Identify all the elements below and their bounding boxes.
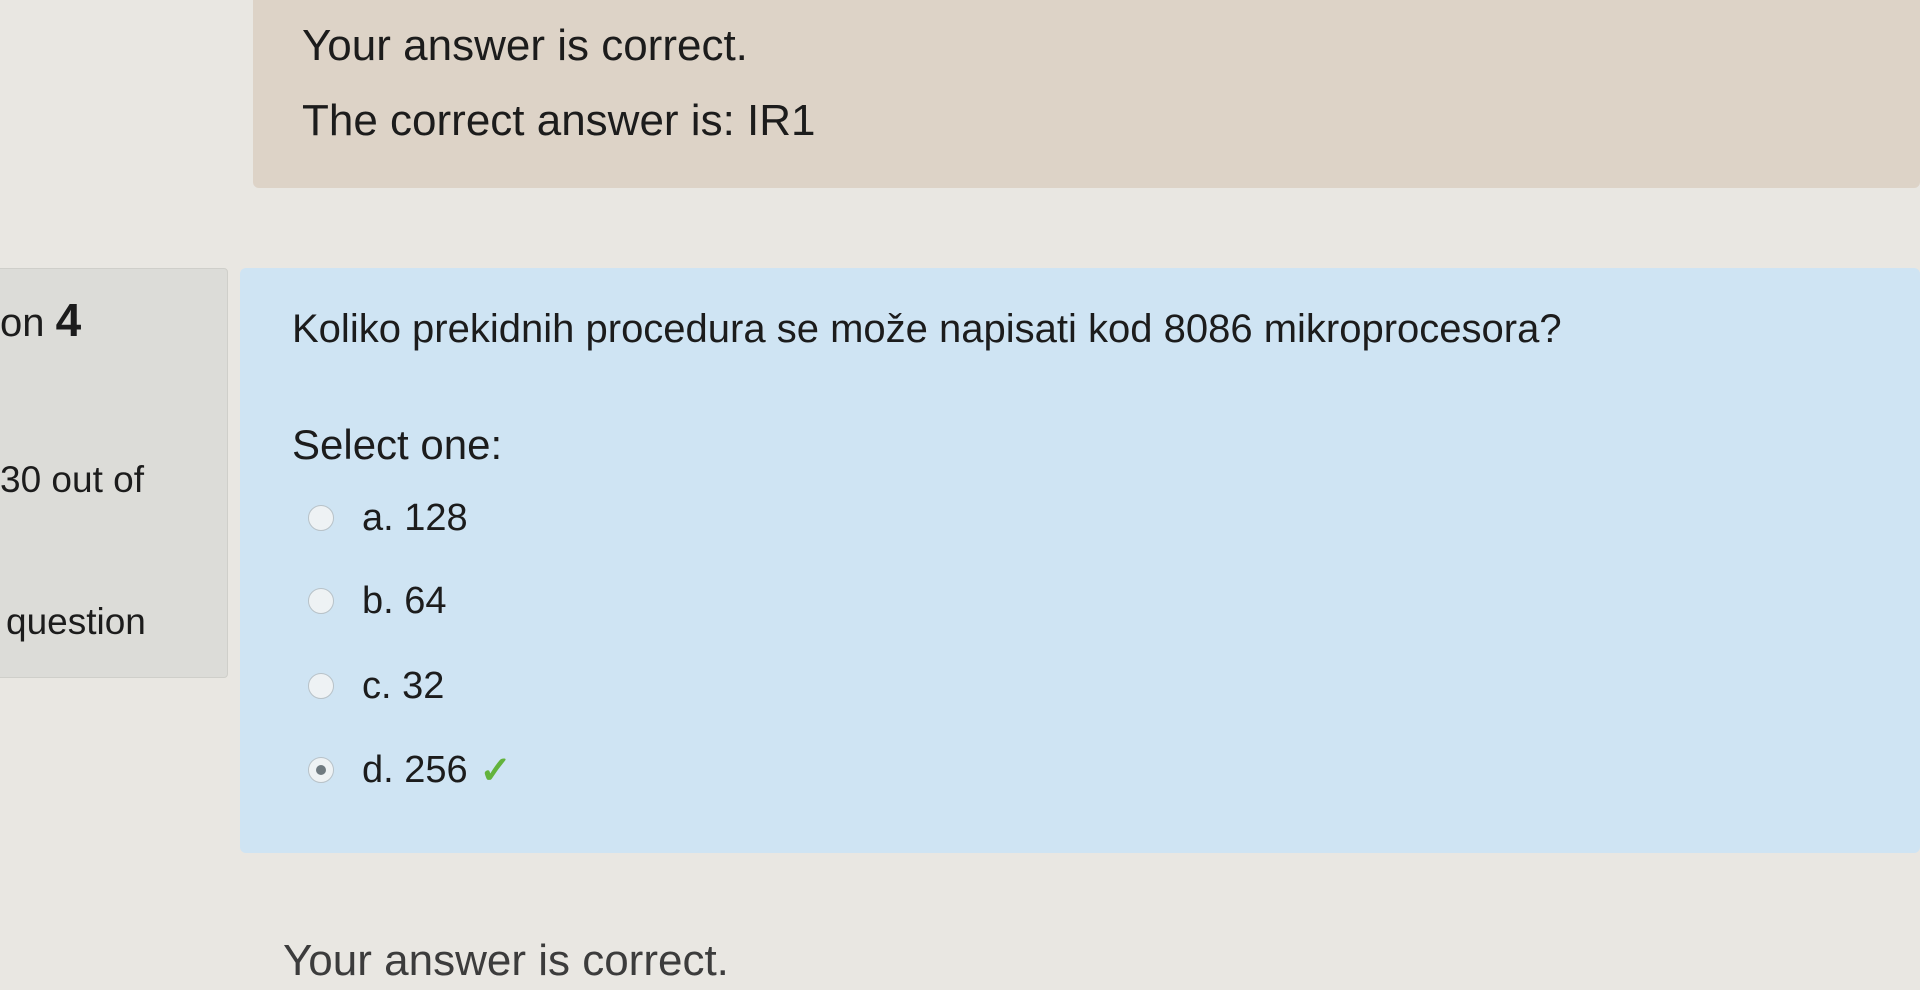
option-d-label: d. 256 [362, 748, 468, 791]
radio-option-d[interactable] [308, 757, 334, 783]
question-text: Koliko prekidnih procedura se može napis… [292, 307, 1562, 351]
answer-option-c[interactable]: c. 32 [308, 663, 444, 709]
option-c-label: c. 32 [362, 664, 445, 707]
option-a-label: a. 128 [362, 496, 468, 539]
question-number-value: 4 [55, 294, 82, 346]
question-number-prefix: on [0, 301, 45, 345]
question-mark: 30 out of [0, 459, 145, 500]
bottom-feedback-correct-text: Your answer is correct. [283, 936, 729, 985]
question-number: on 4 [0, 296, 81, 347]
answer-option-d[interactable]: d. 256 ✓ [308, 747, 512, 793]
option-b-label: b. 64 [362, 579, 447, 622]
feedback-correct-text: Your answer is correct. [302, 21, 748, 70]
answer-option-a[interactable]: a. 128 [308, 495, 468, 541]
quiz-review-page: Your answer is correct. The correct answ… [0, 0, 1920, 990]
radio-option-a[interactable] [308, 505, 334, 531]
flag-question-link[interactable]: question [6, 600, 146, 644]
select-one-prompt: Select one: [292, 421, 503, 468]
correct-answer-text: The correct answer is: IR1 [302, 96, 816, 145]
answer-option-b[interactable]: b. 64 [308, 578, 447, 624]
correct-check-icon: ✓ [479, 749, 512, 792]
radio-option-b[interactable] [308, 588, 334, 614]
radio-option-c[interactable] [308, 673, 334, 699]
